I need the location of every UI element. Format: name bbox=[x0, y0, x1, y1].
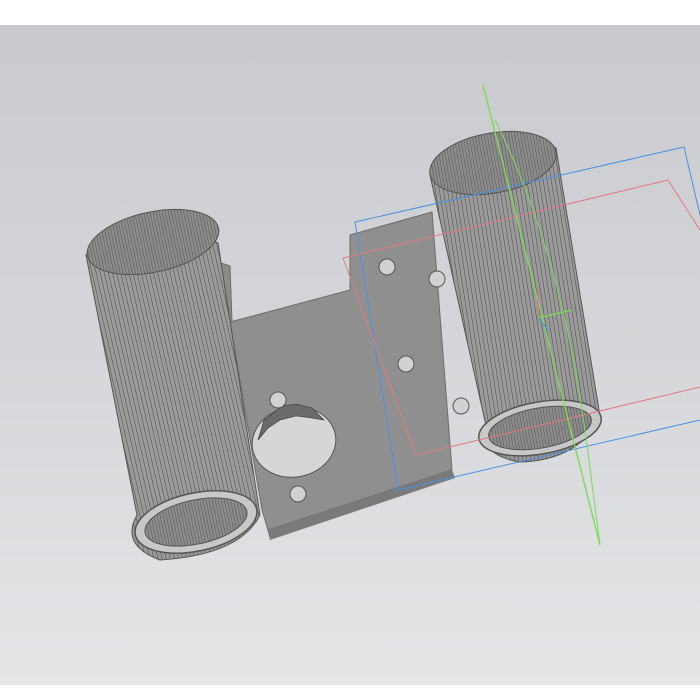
3d-viewport[interactable] bbox=[0, 25, 700, 685]
right-cylinder[interactable] bbox=[425, 122, 606, 464]
left-cylinder[interactable] bbox=[81, 199, 262, 564]
